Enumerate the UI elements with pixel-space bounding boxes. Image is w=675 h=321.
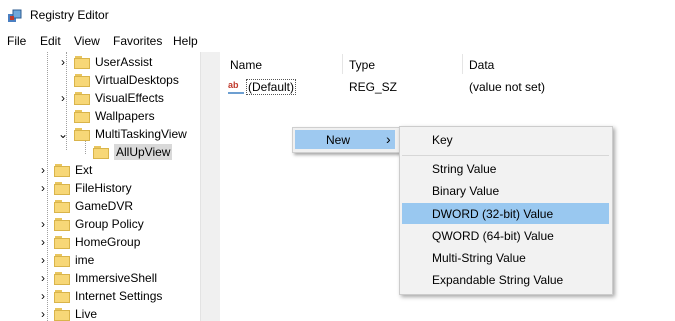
tree-item-group-policy[interactable]: › Group Policy [38, 215, 144, 233]
tree-item-ime[interactable]: › ime [38, 251, 94, 269]
tree-item-label: UserAssist [95, 55, 153, 69]
chevron-right-icon[interactable]: › [38, 235, 48, 249]
column-header-data[interactable]: Data [469, 58, 494, 72]
folder-icon [54, 181, 70, 195]
column-separator[interactable] [342, 54, 343, 74]
value-type: REG_SZ [349, 80, 398, 94]
folder-icon [93, 145, 109, 159]
submenu-item-binary-value[interactable]: Binary Value [432, 184, 499, 198]
tree-item-label: VirtualDesktops [95, 73, 179, 87]
folder-icon [54, 289, 70, 303]
menu-separator [402, 155, 609, 156]
tree-item-label: FileHistory [75, 181, 132, 195]
menu-file[interactable]: File [7, 34, 26, 48]
registry-icon [8, 9, 22, 22]
value-name: (Default) [246, 79, 297, 95]
column-separator[interactable] [462, 54, 463, 74]
chevron-right-icon[interactable]: › [38, 253, 48, 267]
tree-item-visualeffects[interactable]: › VisualEffects [58, 89, 164, 107]
tree-item-gamedvr[interactable]: GameDVR [48, 197, 133, 215]
context-menu: New › [292, 127, 400, 153]
window-title: Registry Editor [30, 8, 109, 22]
string-value-icon: ab [228, 80, 244, 94]
tree-item-label: Live [75, 307, 98, 321]
column-header-name[interactable]: Name [230, 58, 262, 72]
menu-bar: File Edit View Favorites Help [0, 31, 675, 51]
tree-item-label: MultiTaskingView [95, 127, 187, 141]
tree-item-ext[interactable]: › Ext [38, 161, 92, 179]
key-tree[interactable]: › UserAssist VirtualDesktops › VisualEff… [0, 52, 216, 321]
tree-item-allupview[interactable]: AllUpView [87, 143, 173, 161]
folder-icon [74, 91, 90, 105]
menu-help[interactable]: Help [173, 34, 198, 48]
menu-edit[interactable]: Edit [40, 34, 61, 48]
folder-icon [54, 199, 70, 213]
submenu-item-string-value[interactable]: String Value [432, 162, 496, 176]
submenu-item-qword-value[interactable]: QWORD (64-bit) Value [432, 229, 554, 243]
folder-icon [54, 253, 70, 267]
folder-icon [54, 217, 70, 231]
value-data: (value not set) [469, 80, 546, 94]
table-row[interactable]: ab (Default) REG_SZ (value not set) [226, 77, 666, 95]
chevron-down-icon[interactable]: ⌄ [58, 127, 68, 141]
title-bar: Registry Editor [0, 0, 675, 31]
folder-icon [54, 271, 70, 285]
folder-icon [54, 163, 70, 177]
tree-item-homegroup[interactable]: › HomeGroup [38, 233, 140, 251]
chevron-right-icon[interactable]: › [38, 163, 48, 177]
new-submenu: Key String Value Binary Value DWORD (32-… [399, 126, 613, 295]
tree-item-label: VisualEffects [95, 91, 164, 105]
chevron-right-icon[interactable]: › [38, 181, 48, 195]
tree-item-label: Group Policy [75, 217, 144, 231]
tree-item-label: GameDVR [75, 199, 134, 213]
tree-item-label: Wallpapers [95, 109, 155, 123]
tree-item-virtualdesktops[interactable]: VirtualDesktops [68, 71, 179, 89]
submenu-item-key[interactable]: Key [432, 133, 453, 147]
tree-item-label: HomeGroup [75, 235, 141, 249]
submenu-item-multi-string-value[interactable]: Multi-String Value [432, 251, 526, 265]
folder-icon [74, 127, 90, 141]
tree-item-label: Ext [75, 163, 93, 177]
tree-item-live[interactable]: › Live [38, 305, 97, 321]
tree-item-label: AllUpView [114, 144, 173, 160]
folder-icon [54, 307, 70, 321]
tree-item-filehistory[interactable]: › FileHistory [38, 179, 132, 197]
chevron-right-icon[interactable]: › [38, 217, 48, 231]
submenu-item-dword-value[interactable]: DWORD (32-bit) Value [432, 207, 553, 221]
tree-item-label: ImmersiveShell [75, 271, 158, 285]
chevron-right-icon[interactable]: › [58, 91, 68, 105]
chevron-right-icon[interactable]: › [38, 289, 48, 303]
menu-view[interactable]: View [74, 34, 100, 48]
tree-item-label: ime [75, 253, 95, 267]
chevron-right-icon[interactable]: › [38, 271, 48, 285]
folder-icon [74, 55, 90, 69]
new-label: New [326, 133, 351, 147]
folder-icon [54, 235, 70, 249]
tree-item-label: Internet Settings [75, 289, 163, 303]
chevron-right-icon[interactable]: › [58, 55, 68, 69]
chevron-right-icon[interactable]: › [38, 307, 48, 321]
menu-favorites[interactable]: Favorites [113, 34, 162, 48]
folder-icon [74, 109, 90, 123]
tree-item-internet-settings[interactable]: › Internet Settings [38, 287, 162, 305]
submenu-item-expandable-string-value[interactable]: Expandable String Value [432, 273, 563, 287]
column-header-type[interactable]: Type [349, 58, 375, 72]
chevron-right-icon: › [386, 131, 391, 147]
tree-scrollbar[interactable] [200, 52, 217, 321]
tree-item-immersiveshell[interactable]: › ImmersiveShell [38, 269, 157, 287]
tree-item-multitaskingview[interactable]: ⌄ MultiTaskingView [58, 125, 187, 143]
tree-item-userassist[interactable]: › UserAssist [58, 53, 152, 71]
folder-icon [74, 73, 90, 87]
tree-item-wallpapers[interactable]: Wallpapers [68, 107, 155, 125]
